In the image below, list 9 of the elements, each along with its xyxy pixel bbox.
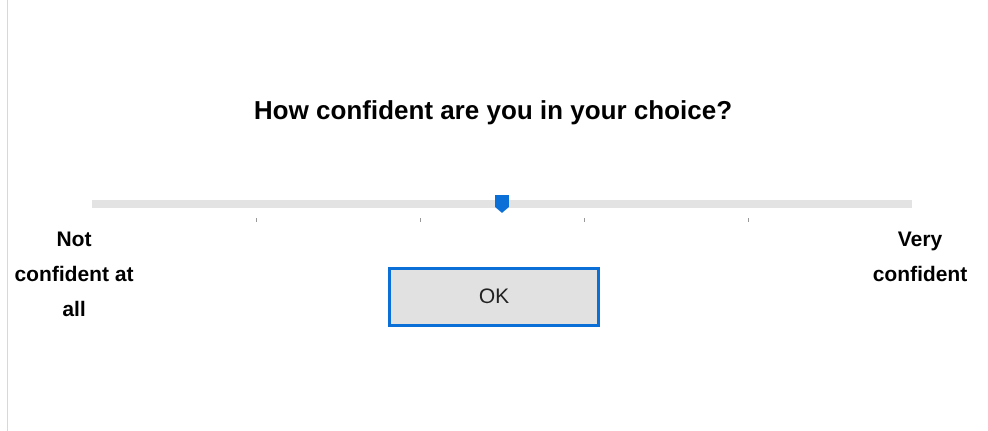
tick-mark [584,218,585,222]
tick-mark [256,218,257,222]
min-label: Not confident at all [14,227,134,323]
slider-thumb[interactable] [494,194,510,214]
question-title: How confident are you in your choice? [254,94,732,126]
tick-mark [748,218,749,222]
max-label: Very confident [872,227,968,288]
tick-mark [420,218,421,222]
ok-button[interactable]: OK [388,267,600,327]
